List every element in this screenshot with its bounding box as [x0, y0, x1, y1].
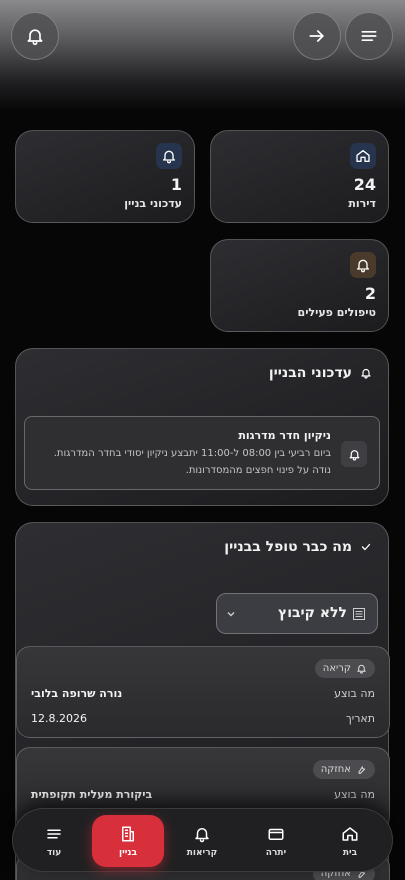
grouping-select-value: ללא קיבוץ	[277, 605, 347, 621]
nav-label: בניין	[119, 847, 137, 858]
grouping-select[interactable]: ללא קיבוץ	[216, 593, 378, 634]
bell-icon	[361, 368, 371, 379]
section-title: מה כבר טופל בבניין	[224, 539, 372, 555]
stat-label: דירות	[348, 197, 376, 210]
nav-item-calls[interactable]: קריאות	[166, 815, 238, 867]
bell-icon	[357, 664, 366, 674]
home-icon	[356, 150, 370, 162]
section-title-text: מה כבר טופל בבניין	[224, 539, 352, 555]
what-value: ביקורת מעלית תקופתית	[31, 788, 153, 801]
nav-label: יתרה	[265, 847, 287, 858]
wrench-icon	[358, 766, 366, 774]
nav-label: עוד	[46, 847, 62, 858]
building-updates-section: עדכוני הבניין ניקיון חדר מדרגות ביום רבי…	[15, 348, 389, 506]
stat-value: 24	[353, 175, 376, 194]
section-title: עדכוני הבניין	[269, 365, 372, 381]
bell-icon	[357, 259, 369, 273]
stat-icon-box	[350, 252, 376, 278]
stat-card-updates[interactable]: 1 עדכוני בניין	[15, 130, 195, 223]
nav-label: בית	[342, 847, 358, 858]
arrow-right-icon	[309, 30, 324, 42]
date-label: תאריך	[345, 712, 375, 725]
stat-icon-box	[350, 143, 376, 169]
chevron-down-icon	[227, 612, 235, 617]
nav-label: קריאות	[186, 847, 218, 858]
what-row: מה בוצע נורה שרופה בלובי	[31, 687, 375, 700]
nav-item-balance[interactable]: יתרה	[240, 815, 312, 867]
handled-item[interactable]: קריאה מה בוצע נורה שרופה בלובי תאריך 12.…	[16, 646, 390, 738]
bell-icon	[163, 150, 175, 164]
bell-icon	[349, 449, 359, 461]
section-title-text: עדכוני הבניין	[268, 365, 352, 381]
what-label: מה בוצע	[334, 788, 375, 801]
stat-label: עדכוני בניין	[124, 197, 182, 210]
type-badge: קריאה	[314, 659, 375, 678]
stat-value: 1	[170, 175, 182, 194]
bell-icon	[27, 29, 43, 46]
type-badge-text: קריאה	[322, 663, 351, 674]
type-badge: אחזקה	[312, 760, 375, 779]
menu-button[interactable]	[345, 12, 393, 60]
list-icon	[353, 608, 365, 620]
update-icon-box	[341, 441, 367, 467]
update-body: ביום רביעי בין 08:00 ל-11:00 יתבצע ניקיו…	[53, 448, 331, 476]
header-gradient	[0, 0, 405, 112]
menu-icon	[47, 829, 61, 838]
stat-card-apartments[interactable]: 24 דירות	[210, 130, 389, 223]
menu-icon	[361, 31, 377, 42]
what-value: נורה שרופה בלובי	[31, 687, 123, 700]
what-label: מה בוצע	[334, 687, 375, 700]
wallet-icon	[268, 828, 284, 840]
date-row: תאריך 12.8.2026	[31, 712, 375, 725]
what-row: מה בוצע ביקורת מעלית תקופתית	[31, 788, 375, 801]
bottom-nav: בית יתרה קריאות בניין עוד	[12, 808, 393, 872]
type-badge-text: אחזקה	[320, 764, 351, 775]
check-icon	[361, 543, 371, 551]
building-icon	[122, 826, 134, 841]
stat-label: טיפולים פעילים	[297, 306, 376, 319]
stat-icon-box	[156, 143, 182, 169]
stat-value: 2	[364, 284, 376, 303]
nav-item-more[interactable]: עוד	[18, 815, 90, 867]
update-card[interactable]: ניקיון חדר מדרגות ביום רביעי בין 08:00 ל…	[24, 416, 380, 490]
nav-item-building[interactable]: בניין	[92, 815, 164, 867]
notifications-button[interactable]	[11, 12, 59, 60]
forward-button[interactable]	[293, 12, 341, 60]
bell-icon	[195, 827, 209, 842]
stat-card-active-treatments[interactable]: 2 טיפולים פעילים	[210, 239, 389, 332]
date-value: 12.8.2026	[31, 712, 87, 725]
nav-item-home[interactable]: בית	[314, 815, 386, 867]
update-title: ניקיון חדר מדרגות	[238, 429, 331, 442]
home-icon	[342, 826, 358, 841]
